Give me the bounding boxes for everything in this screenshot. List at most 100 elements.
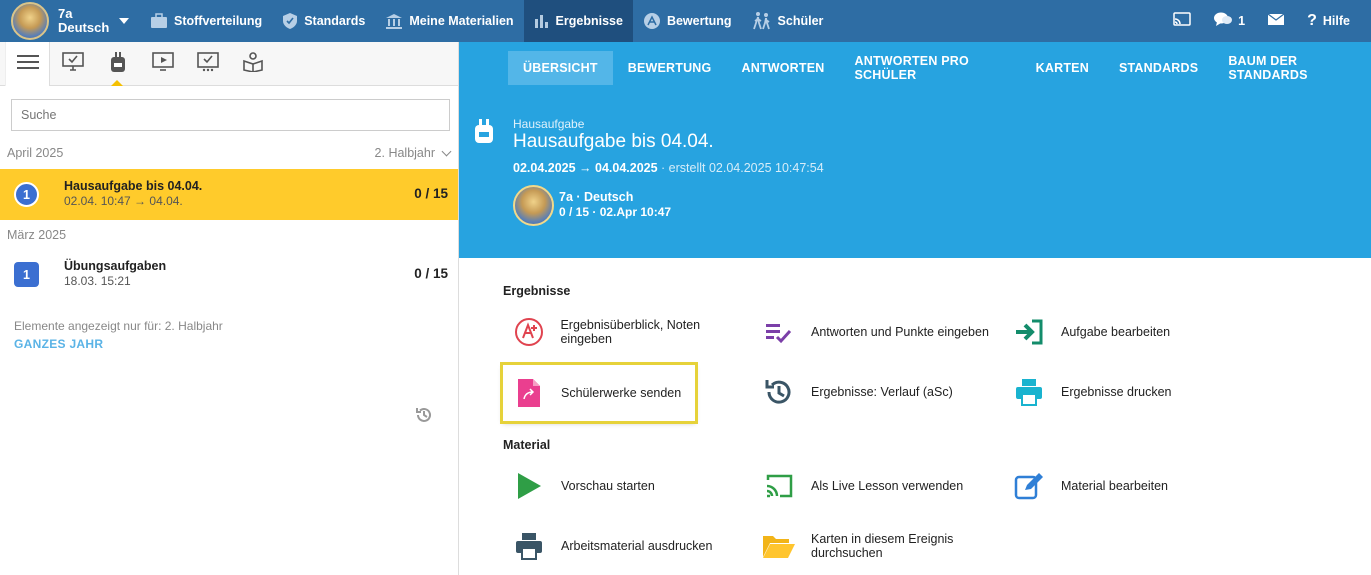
history-icon [762, 375, 796, 409]
briefcase-icon [150, 13, 168, 29]
messages-button[interactable]: 1 [1213, 11, 1245, 31]
file-share-icon [512, 376, 546, 410]
action-label: Vorschau starten [561, 479, 655, 493]
edit-task-action[interactable]: Aufgabe bearbeiten [1012, 315, 1252, 349]
action-label: Karten in diesem Ereignis durchsuchen [811, 532, 954, 560]
printer-icon [1012, 375, 1046, 409]
tab-baum-der-standards[interactable]: BAUM DER STANDARDS [1213, 51, 1371, 85]
menu-button[interactable] [5, 41, 50, 86]
nav-label: Ergebnisse [555, 14, 623, 28]
class-selector[interactable]: 7a Deutsch [0, 0, 140, 42]
action-label: Schülerwerke senden [561, 386, 682, 400]
tab-presentations[interactable] [140, 42, 185, 86]
nav-label: Bewertung [666, 14, 732, 28]
assignment-type: Hausaufgabe [513, 117, 585, 131]
nav-meine-materialien[interactable]: Meine Materialien [375, 0, 523, 42]
top-bar: 7a Deutsch Stoffverteilung Standards Mei… [0, 0, 1371, 42]
history-icon [415, 407, 433, 427]
whole-year-link[interactable]: GANZES JAHR [14, 337, 103, 351]
nav-ergebnisse[interactable]: Ergebnisse [523, 0, 633, 42]
nav-stoffverteilung[interactable]: Stoffverteilung [140, 0, 272, 42]
class-name: 7a · Deutsch [559, 190, 634, 204]
section-ergebnisse: Ergebnisse [503, 284, 571, 298]
edit-icon [1012, 469, 1046, 503]
cast-icon [1173, 12, 1191, 30]
students-icon [752, 11, 772, 31]
browse-cards-action[interactable]: Karten in diesem Ereignis durchsuchen [762, 529, 1002, 563]
assignment-title: Hausaufgabe bis 04.04. [513, 131, 714, 152]
action-label: Als Live Lesson verwenden [811, 479, 964, 493]
item-title: Hausaufgabe bis 04.04. [64, 179, 203, 193]
help-label: Hilfe [1322, 14, 1350, 28]
tab-reading[interactable] [230, 42, 275, 86]
monitor-check-icon [61, 52, 84, 75]
search-input[interactable] [11, 99, 450, 131]
envelope-icon [1267, 13, 1285, 29]
tab-standards[interactable]: STANDARDS [1104, 51, 1213, 85]
tab-uebersicht[interactable]: ÜBERSICHT [508, 50, 613, 85]
question-icon: ? [1307, 12, 1317, 29]
chat-icon [1213, 11, 1233, 31]
tab-tests[interactable] [185, 42, 230, 86]
nav-standards[interactable]: Standards [272, 0, 375, 42]
edit-material-action[interactable]: Material bearbeiten [1012, 469, 1252, 503]
tab-homework[interactable] [95, 42, 140, 86]
top-right-tools: 1 ? Hilfe [1151, 0, 1371, 42]
bar-chart-icon [534, 14, 550, 29]
history-button[interactable] [415, 406, 433, 427]
messages-count: 1 [1238, 14, 1246, 28]
class-name: 7a [58, 6, 73, 21]
print-results-action[interactable]: Ergebnisse drucken [1012, 375, 1252, 409]
main-nav: Stoffverteilung Standards Meine Material… [140, 0, 833, 42]
sign-in-icon [1012, 315, 1046, 349]
chevron-down-icon[interactable] [119, 18, 130, 24]
created-at: · erstellt 02.04.2025 10:47:54 [657, 161, 824, 175]
result-tabs: ÜBERSICHT BEWERTUNG ANTWORTEN ANTWORTEN … [459, 42, 1371, 93]
subject-name: Deutsch [58, 20, 110, 35]
tab-lessons[interactable] [50, 42, 95, 86]
item-count: 0 / 15 [414, 266, 448, 281]
mail-button[interactable] [1267, 13, 1285, 29]
count-badge: 1 [14, 182, 39, 207]
book-reader-icon [242, 52, 264, 75]
item-subtitle: 02.04. 10:47 → 04.04. [64, 194, 183, 208]
tab-antworten[interactable]: ANTWORTEN [726, 51, 839, 85]
nav-schueler[interactable]: Schüler [742, 0, 834, 42]
list-item[interactable]: 1 Hausaufgabe bis 04.04. 02.04. 10:47 → … [0, 169, 458, 220]
history-results-action[interactable]: Ergebnisse: Verlauf (aSc) [762, 375, 1002, 409]
backpack-icon [473, 118, 495, 147]
print-material-action[interactable]: Arbeitsmaterial ausdrucken [512, 529, 752, 563]
hamburger-icon [16, 54, 39, 73]
view-toolbar [0, 41, 458, 86]
help-button[interactable]: ? Hilfe [1307, 12, 1350, 30]
action-label: Aufgabe bearbeiten [1061, 325, 1171, 339]
semester-select[interactable]: 2. Halbjahr [375, 146, 452, 160]
tab-karten[interactable]: KARTEN [1021, 51, 1104, 85]
nav-label: Stoffverteilung [174, 14, 263, 28]
action-label: Ergebnisüberblick, Noten eingeben [560, 318, 701, 346]
test-screen-icon [196, 52, 219, 75]
assignment-header: Hausaufgabe Hausaufgabe bis 04.04. 02.04… [459, 93, 1371, 258]
nav-bewertung[interactable]: Bewertung [633, 0, 742, 42]
live-lesson-action[interactable]: Als Live Lesson verwenden [762, 469, 1002, 503]
play-screen-icon [151, 52, 174, 75]
library-icon [385, 13, 403, 30]
printer-icon [512, 529, 546, 563]
play-icon [512, 469, 546, 503]
class-label: 7a Deutsch [58, 7, 109, 35]
list-item[interactable]: 1 Übungsaufgaben 18.03. 15:21 0 / 15 [0, 249, 458, 300]
item-title: Übungsaufgaben [64, 259, 167, 273]
date-range: 02.04.2025 → 04.04.2025 [513, 161, 658, 175]
count-badge: 1 [14, 262, 39, 287]
start-preview-action[interactable]: Vorschau starten [512, 469, 752, 503]
cast-button[interactable] [1173, 12, 1191, 30]
answers-points-action[interactable]: Antworten und Punkte eingeben [762, 315, 1002, 349]
item-count: 0 / 15 [414, 186, 448, 201]
right-panel: ÜBERSICHT BEWERTUNG ANTWORTEN ANTWORTEN … [459, 42, 1371, 575]
tab-antworten-pro-schueler[interactable]: ANTWORTEN PRO SCHÜLER [840, 51, 1021, 85]
nav-label: Standards [304, 14, 366, 28]
tab-bewertung[interactable]: BEWERTUNG [613, 51, 727, 85]
overview-grades-action[interactable]: Ergebnisüberblick, Noten eingeben [512, 315, 752, 349]
send-works-action[interactable]: Schülerwerke senden [500, 362, 698, 424]
class-stats: 0 / 15 · 02.Apr 10:47 [559, 205, 672, 219]
